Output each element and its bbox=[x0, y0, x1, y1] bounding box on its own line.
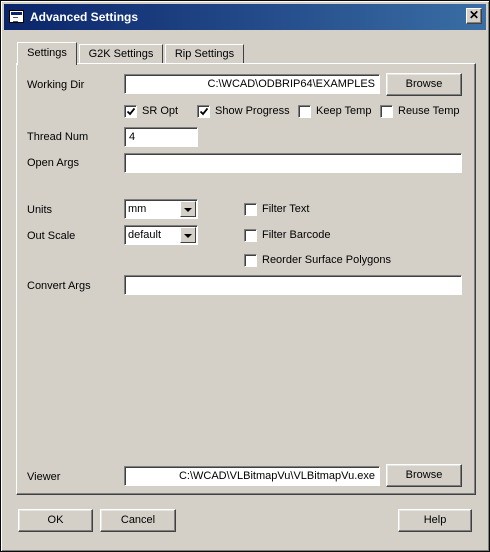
reuse-temp-checkbox[interactable]: Reuse Temp bbox=[380, 105, 460, 119]
out-scale-select[interactable]: default bbox=[124, 225, 198, 245]
filter-text-label: Filter Text bbox=[262, 203, 310, 215]
checkmark-icon bbox=[127, 107, 135, 116]
filter-text-checkbox[interactable]: Filter Text bbox=[244, 203, 334, 217]
sr-opt-box bbox=[124, 105, 137, 118]
tab-g2k-settings[interactable]: G2K Settings bbox=[79, 44, 163, 64]
reorder-surface-polygons-box bbox=[244, 254, 257, 267]
working-dir-label: Working Dir bbox=[27, 79, 85, 91]
tab-rip-settings[interactable]: Rip Settings bbox=[165, 44, 244, 64]
out-scale-label: Out Scale bbox=[27, 230, 76, 242]
sr-opt-label: SR Opt bbox=[142, 105, 179, 117]
out-scale-value: default bbox=[128, 229, 162, 241]
viewer-path-field[interactable]: C:\WCAD\VLBitmapVu\VLBitmapVu.exe bbox=[124, 466, 380, 486]
keep-temp-box bbox=[298, 105, 311, 118]
reuse-temp-box bbox=[380, 105, 393, 118]
show-progress-box bbox=[197, 105, 210, 118]
reuse-temp-label: Reuse Temp bbox=[398, 105, 460, 117]
units-value: mm bbox=[128, 203, 147, 215]
help-button[interactable]: Help bbox=[398, 509, 472, 532]
cancel-button[interactable]: Cancel bbox=[100, 509, 176, 532]
window-title: Advanced Settings bbox=[30, 10, 139, 24]
tab-settings[interactable]: Settings bbox=[17, 42, 77, 65]
filter-barcode-box bbox=[244, 229, 257, 242]
show-progress-label: Show Progress bbox=[215, 105, 290, 117]
advanced-settings-dialog: Advanced Settings ✕ Settings G2K Setting… bbox=[0, 0, 490, 552]
filter-barcode-label: Filter Barcode bbox=[262, 229, 331, 241]
units-select[interactable]: mm bbox=[124, 199, 198, 219]
units-label: Units bbox=[27, 204, 53, 216]
reorder-surface-polygons-label: Reorder Surface Polygons bbox=[262, 254, 392, 266]
thread-num-label: Thread Num bbox=[27, 131, 89, 143]
sr-opt-checkbox[interactable]: SR Opt bbox=[124, 105, 184, 119]
chevron-down-icon[interactable] bbox=[180, 201, 196, 217]
title-bar[interactable]: Advanced Settings ✕ bbox=[4, 4, 486, 30]
working-dir-field[interactable]: C:\WCAD\ODBRIP64\EXAMPLES bbox=[124, 74, 380, 94]
open-args-field[interactable] bbox=[124, 153, 462, 173]
convert-args-label: Convert Args bbox=[27, 280, 91, 292]
convert-args-field[interactable] bbox=[124, 275, 462, 295]
close-button[interactable]: ✕ bbox=[466, 8, 482, 24]
ok-button[interactable]: OK bbox=[18, 509, 93, 532]
working-dir-browse-button[interactable]: Browse bbox=[386, 73, 462, 96]
keep-temp-label: Keep Temp bbox=[316, 105, 372, 117]
viewer-label: Viewer bbox=[27, 471, 61, 483]
viewer-browse-button[interactable]: Browse bbox=[386, 464, 462, 487]
checkmark-icon bbox=[200, 107, 208, 116]
show-progress-checkbox[interactable]: Show Progress bbox=[197, 105, 292, 119]
chevron-down-icon[interactable] bbox=[180, 227, 196, 243]
filter-barcode-checkbox[interactable]: Filter Barcode bbox=[244, 229, 344, 243]
open-args-label: Open Args bbox=[27, 157, 79, 169]
thread-num-field[interactable]: 4 bbox=[124, 127, 198, 147]
reorder-surface-polygons-checkbox[interactable]: Reorder Surface Polygons bbox=[244, 254, 394, 268]
filter-text-box bbox=[244, 203, 257, 216]
window-app-icon bbox=[9, 10, 24, 23]
keep-temp-checkbox[interactable]: Keep Temp bbox=[298, 105, 373, 119]
